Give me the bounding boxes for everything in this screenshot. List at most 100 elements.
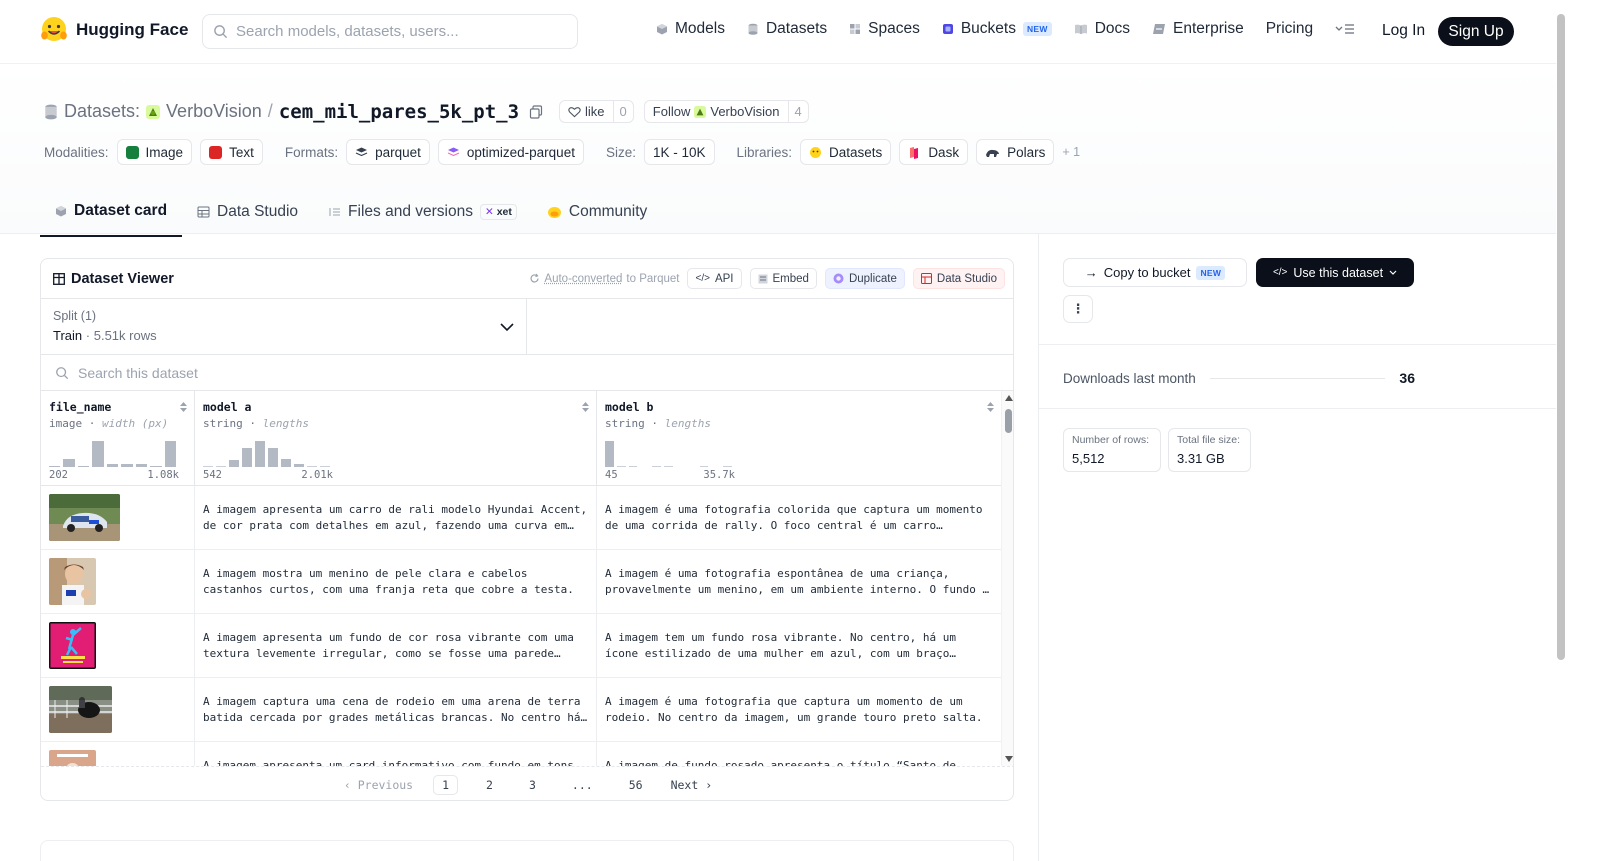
histogram-bar[interactable] [616, 466, 626, 467]
histogram-bar[interactable] [268, 447, 278, 467]
more-libraries[interactable]: + 1 [1062, 145, 1080, 159]
scroll-up-icon[interactable] [1005, 395, 1013, 401]
auto-converted-link[interactable]: Auto-converted [544, 273, 622, 285]
column-header-file-name[interactable]: file_name image · width (px) 202 1.08k [41, 391, 195, 485]
repo-name[interactable]: cem_mil_pares_5k_pt_3 [279, 101, 519, 123]
hf-logo-link[interactable]: Hugging Face [40, 16, 188, 44]
sort-icon[interactable] [581, 401, 590, 413]
login-link[interactable]: Log In [1382, 22, 1425, 40]
histogram-bar[interactable] [203, 466, 213, 467]
embed-button[interactable]: Embed [749, 268, 817, 289]
global-search-input[interactable] [236, 23, 556, 40]
tag-size[interactable]: 1K - 10K [643, 139, 715, 165]
table-row[interactable]: A imagem apresenta um card informativo c… [41, 742, 1001, 766]
histogram-bar[interactable] [294, 464, 304, 467]
breadcrumb-owner[interactable]: VerboVision [166, 101, 262, 122]
tab-files-and-versions[interactable]: Files and versions ✕ xet [313, 196, 532, 237]
histogram-bar[interactable] [652, 466, 662, 467]
dataset-search-input[interactable] [78, 364, 578, 381]
previous-page-button[interactable]: ‹ Previous [344, 778, 413, 792]
histogram-bar[interactable] [150, 465, 162, 467]
dataset-search[interactable] [41, 355, 1013, 391]
scroll-down-icon[interactable] [1005, 756, 1013, 762]
nav-spaces[interactable]: Spaces [849, 20, 920, 38]
image-cell[interactable] [41, 742, 195, 766]
tab-dataset-card[interactable]: Dataset card [40, 196, 183, 237]
histogram-bar[interactable] [135, 464, 148, 467]
table-row[interactable]: A imagem mostra um menino de pele clara … [41, 550, 1001, 614]
model-b-cell[interactable]: A imagem é uma fotografia colorida que c… [597, 486, 1001, 549]
image-cell[interactable] [41, 486, 195, 549]
nav-models[interactable]: Models [656, 20, 725, 38]
nav-more-menu[interactable] [1335, 23, 1355, 35]
image-cell[interactable] [41, 550, 195, 613]
model-a-cell[interactable]: A imagem apresenta um fundo de cor rosa … [195, 614, 597, 677]
tag-format-optimized-parquet[interactable]: optimized-parquet [437, 139, 584, 165]
page-56-button[interactable]: 56 [621, 776, 651, 794]
histogram-bar[interactable] [307, 466, 317, 467]
histogram-bar[interactable] [92, 441, 104, 467]
histogram-bar[interactable] [605, 441, 614, 467]
page-1-button[interactable]: 1 [433, 774, 459, 795]
nav-buckets[interactable]: Buckets NEW [942, 20, 1052, 38]
nav-enterprise[interactable]: Enterprise [1152, 20, 1244, 38]
sort-icon[interactable] [179, 401, 188, 413]
page-2-button[interactable]: 2 [478, 776, 501, 794]
split-selector[interactable]: Split (1) Train · 5.51k rows [41, 299, 527, 355]
page-scrollbar[interactable] [1556, 0, 1568, 861]
tag-format-parquet[interactable]: parquet [346, 139, 430, 165]
global-search[interactable] [202, 14, 578, 49]
tag-library-polars[interactable]: Polars [976, 139, 1055, 165]
table-row[interactable]: A imagem captura uma cena de rodeio em u… [41, 678, 1001, 742]
more-options-button[interactable]: ⋮ [1063, 295, 1093, 323]
histogram-bar[interactable] [664, 466, 673, 467]
copy-to-bucket-button[interactable]: → Copy to bucket NEW [1063, 258, 1247, 287]
api-button[interactable]: </> API [687, 268, 742, 289]
tab-data-studio[interactable]: Data Studio [182, 196, 313, 237]
tag-library-datasets[interactable]: Datasets [800, 139, 892, 165]
model-a-cell[interactable]: A imagem captura uma cena de rodeio em u… [195, 678, 597, 741]
model-a-cell[interactable]: A imagem apresenta um carro de rali mode… [195, 486, 597, 549]
nav-docs[interactable]: Docs [1074, 20, 1130, 38]
nav-datasets[interactable]: Datasets [747, 20, 827, 38]
model-a-cell[interactable]: A imagem apresenta um card informativo c… [195, 742, 597, 766]
table-row[interactable]: A imagem apresenta um carro de rali mode… [41, 486, 1001, 550]
page-3-button[interactable]: 3 [521, 776, 544, 794]
histogram-bar[interactable] [281, 459, 291, 467]
histogram-bar[interactable] [63, 459, 75, 467]
data-studio-button[interactable]: Data Studio [912, 268, 1005, 289]
column-header-model-a[interactable]: model a string · lengths 542 2.01k [195, 391, 597, 485]
model-b-cell[interactable]: A imagem de fundo rosado apresenta o tít… [597, 742, 1001, 766]
histogram-bar[interactable] [242, 447, 252, 467]
histogram-bar[interactable] [699, 466, 709, 467]
duplicate-button[interactable]: Duplicate [824, 268, 905, 289]
rodeo-thumbnail[interactable] [49, 686, 112, 733]
histogram-bar[interactable] [216, 466, 226, 467]
tag-modality-text[interactable]: Text [200, 139, 263, 165]
histogram-bar[interactable] [628, 466, 638, 467]
boy-thumbnail[interactable] [49, 558, 96, 605]
histogram-bar[interactable] [164, 441, 176, 467]
use-this-dataset-button[interactable]: </> Use this dataset [1256, 258, 1414, 287]
card-thumbnail[interactable] [49, 750, 96, 766]
next-page-button[interactable]: Next › [671, 778, 713, 792]
histogram-bar[interactable] [49, 465, 61, 467]
model-a-cell[interactable]: A imagem mostra um menino de pele clara … [195, 550, 597, 613]
like-button[interactable]: like 0 [559, 100, 634, 123]
histogram-bar[interactable] [320, 466, 330, 467]
image-cell[interactable] [41, 614, 195, 677]
model-b-cell[interactable]: A imagem é uma fotografia espontânea de … [597, 550, 1001, 613]
follow-button[interactable]: Follow VerboVision 4 [643, 100, 809, 123]
table-row[interactable]: A imagem apresenta um fundo de cor rosa … [41, 614, 1001, 678]
column-header-model-b[interactable]: model b string · lengths 45 35.7k [597, 391, 1001, 485]
model-b-cell[interactable]: A imagem tem um fundo rosa vibrante. No … [597, 614, 1001, 677]
histogram-bar[interactable] [121, 464, 133, 467]
histogram-bar[interactable] [229, 459, 239, 467]
rally-car-thumbnail[interactable] [49, 494, 120, 541]
copy-icon[interactable] [529, 104, 543, 119]
histogram-bar[interactable] [255, 441, 265, 467]
nav-pricing[interactable]: Pricing [1266, 20, 1313, 38]
signup-button[interactable]: Sign Up [1438, 17, 1514, 46]
scrollbar-thumb[interactable] [1005, 409, 1012, 433]
histogram-bar[interactable] [77, 465, 90, 467]
